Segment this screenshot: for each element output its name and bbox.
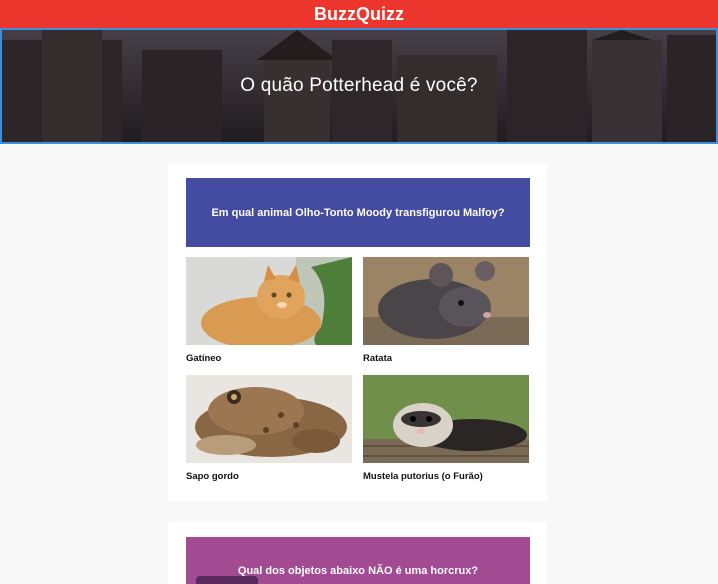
kitten-image (186, 257, 352, 345)
answer-option-image[interactable] (196, 576, 258, 584)
ferret-image (363, 375, 529, 463)
question-card: Em qual animal Olho-Tonto Moody transfig… (168, 164, 547, 501)
answer-option[interactable]: Ratata (363, 257, 529, 364)
question-card: Qual dos objetos abaixo NÃO é uma horcru… (168, 522, 547, 584)
answer-label: Sapo gordo (186, 471, 239, 482)
answer-option[interactable]: Sapo gordo (186, 375, 352, 482)
answer-option[interactable]: Mustela putorius (o Furão) (363, 375, 529, 482)
answer-label: Mustela putorius (o Furão) (363, 471, 483, 482)
answer-label: Ratata (363, 353, 393, 364)
quiz-banner: O quão Potterhead é você? (0, 28, 718, 144)
rat-image (363, 257, 529, 345)
app-title[interactable]: BuzzQuizz (314, 4, 404, 25)
quiz-title: O quão Potterhead é você? (240, 75, 478, 96)
answer-label: Gatíneo (186, 353, 222, 364)
question-title: Em qual animal Olho-Tonto Moody transfig… (186, 178, 530, 247)
toad-image (186, 375, 352, 463)
app-header: BuzzQuizz (0, 0, 718, 28)
answer-option[interactable]: Gatíneo (186, 257, 352, 364)
